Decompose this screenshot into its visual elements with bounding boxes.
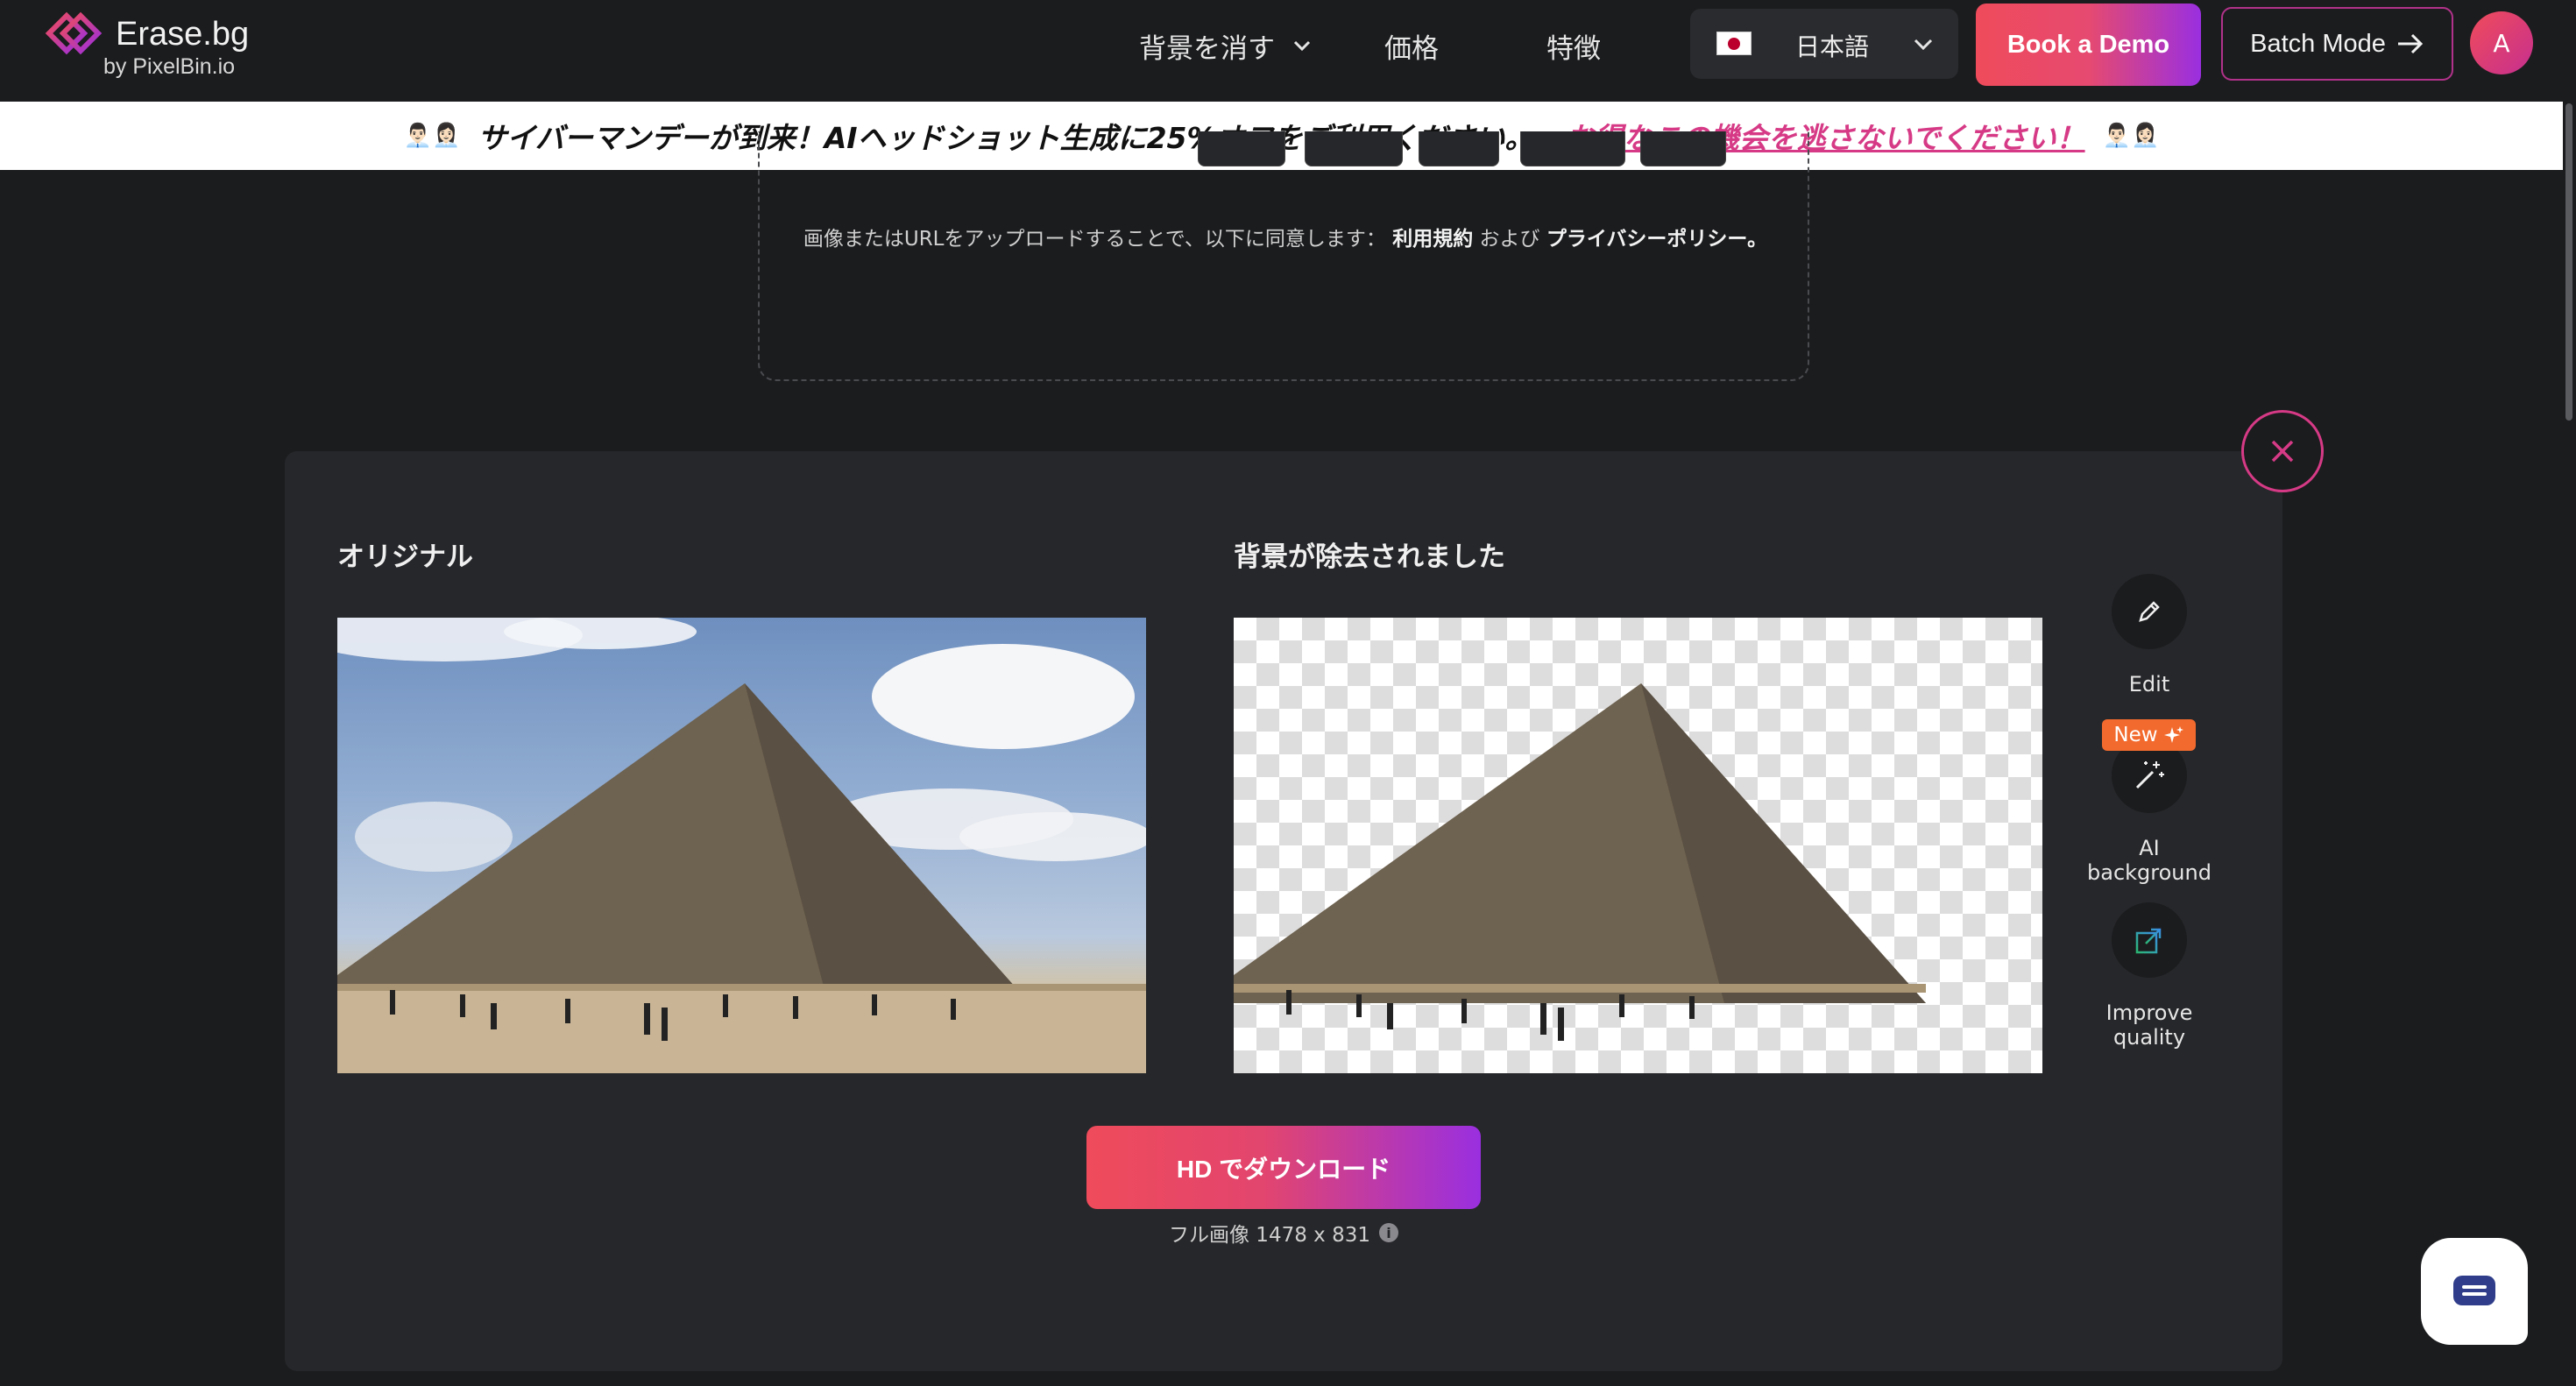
banner-emoji-right: 👨🏻‍💼👩🏻‍💼 xyxy=(2102,123,2160,149)
nav-features-label: 特徴 xyxy=(1546,32,1601,65)
nav-remove-background[interactable]: 背景を消す xyxy=(1139,23,1313,68)
ai-background-tool[interactable]: AI background xyxy=(2075,738,2224,885)
chevron-down-icon xyxy=(1293,40,1311,52)
sample-images-row xyxy=(760,131,1811,170)
sparkle-icon xyxy=(2163,726,2183,743)
sample-chip[interactable] xyxy=(1305,131,1403,166)
sample-chip[interactable] xyxy=(1640,131,1726,166)
nav-remove-background-label: 背景を消す xyxy=(1139,32,1275,65)
original-image-art xyxy=(337,618,1146,1073)
improve-quality-tool[interactable]: Improve quality xyxy=(2075,902,2224,1050)
book-demo-button[interactable]: Book a Demo xyxy=(1976,4,2201,86)
flag-japan-icon xyxy=(1716,32,1752,55)
nav-pricing[interactable]: 価格 xyxy=(1384,23,1439,68)
improve-quality-icon xyxy=(2135,928,2162,954)
close-button[interactable] xyxy=(2241,410,2324,492)
full-image-size: フル画像 1478 x 831 i xyxy=(1086,1218,1481,1248)
brand-subtitle: by PixelBin.io xyxy=(103,54,236,79)
banner-emoji-left: 👨🏻‍💼👩🏻‍💼 xyxy=(403,123,461,149)
new-badge: New xyxy=(2102,719,2196,751)
top-navigation-bar: Erase.bg by PixelBin.io 背景を消す 価格 特徴 日本語 … xyxy=(0,0,2576,102)
magic-wand-icon xyxy=(2135,761,2164,789)
upload-dropzone[interactable]: 画像またはURLをアップロードすることで、以下に同意します： 利用規約 および … xyxy=(758,131,1809,381)
chat-widget-button[interactable] xyxy=(2421,1238,2528,1345)
consent-text: 画像またはURLをアップロードすることで、以下に同意します： 利用規約 および … xyxy=(760,216,1811,264)
language-label: 日本語 xyxy=(1795,32,1870,61)
edit-tool-button[interactable] xyxy=(2112,574,2187,649)
logo-icon xyxy=(45,11,103,55)
full-image-size-label: フル画像 1478 x 831 xyxy=(1169,1224,1370,1247)
improve-quality-tool-button[interactable] xyxy=(2112,902,2187,978)
result-image-art xyxy=(1234,683,1926,1041)
improve-quality-tool-label: Improve quality xyxy=(2105,1001,2193,1050)
ai-background-tool-label: AI background xyxy=(2087,836,2212,885)
nav-pricing-label: 価格 xyxy=(1384,32,1439,65)
consent-prefix: 画像またはURLをアップロードすることで、以下に同意します： xyxy=(803,228,1386,251)
original-title: オリジナル xyxy=(337,541,473,573)
original-image xyxy=(337,618,1146,1073)
scrollbar-thumb[interactable] xyxy=(2565,103,2572,421)
chat-icon xyxy=(2453,1276,2495,1305)
privacy-link[interactable]: プライバシーポリシー。 xyxy=(1546,228,1767,251)
pencil-icon xyxy=(2139,601,2160,622)
sample-chip[interactable] xyxy=(1198,131,1285,166)
sample-chip[interactable] xyxy=(1419,131,1499,166)
edit-tool-label: Edit xyxy=(2128,672,2170,697)
batch-mode-label: Batch Mode xyxy=(2250,29,2386,58)
info-icon[interactable]: i xyxy=(1378,1223,1398,1242)
brand-title: Erase.bg xyxy=(116,16,250,53)
removed-title: 背景が除去されました xyxy=(1234,541,1505,573)
nav-features[interactable]: 特徴 xyxy=(1546,23,1601,68)
close-icon xyxy=(2271,440,2294,463)
arrow-right-icon xyxy=(2397,33,2423,54)
terms-link[interactable]: 利用規約 xyxy=(1392,228,1473,251)
consent-and: および xyxy=(1479,228,1540,251)
batch-mode-button[interactable]: Batch Mode xyxy=(2221,7,2453,81)
brand-logo[interactable]: Erase.bg by PixelBin.io xyxy=(40,5,268,79)
user-avatar[interactable]: A xyxy=(2470,11,2533,74)
new-badge-label: New xyxy=(2113,724,2158,746)
sample-chip[interactable] xyxy=(1520,131,1625,166)
edit-tool[interactable]: Edit xyxy=(2075,574,2224,697)
download-hd-button[interactable]: HD でダウンロード xyxy=(1086,1126,1481,1209)
chevron-down-icon xyxy=(1914,39,1933,51)
result-image xyxy=(1234,618,2042,1073)
language-selector[interactable]: 日本語 xyxy=(1690,9,1958,79)
